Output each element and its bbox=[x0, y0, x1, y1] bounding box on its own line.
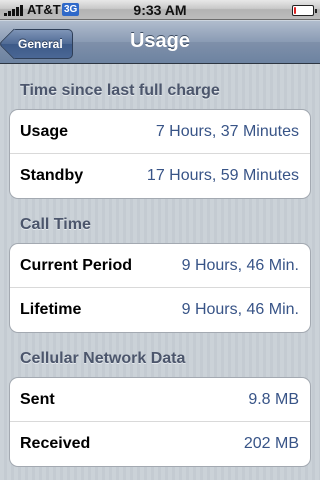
group-full-charge: Usage 7 Hours, 37 Minutes Standby 17 Hou… bbox=[9, 109, 311, 199]
row-label: Sent bbox=[20, 391, 55, 408]
row-value: 9 Hours, 46 Min. bbox=[181, 257, 299, 274]
battery-level-fill bbox=[294, 7, 297, 14]
page-title: Usage bbox=[129, 30, 191, 52]
row-current-period: Current Period 9 Hours, 46 Min. bbox=[10, 244, 310, 288]
row-sent: Sent 9.8 MB bbox=[10, 378, 310, 422]
row-value: 9 Hours, 46 Min. bbox=[181, 301, 299, 318]
row-label: Usage bbox=[20, 123, 69, 140]
row-value: 202 MB bbox=[243, 435, 299, 452]
row-value: 17 Hours, 59 Minutes bbox=[146, 167, 299, 184]
row-lifetime: Lifetime 9 Hours, 46 Min. bbox=[10, 288, 310, 332]
row-label: Lifetime bbox=[20, 301, 82, 318]
row-label: Standby bbox=[20, 167, 84, 184]
group-cellular-data: Sent 9.8 MB Received 202 MB bbox=[9, 377, 311, 467]
status-bar: AT&T 3G 9:33 AM bbox=[0, 0, 320, 20]
row-received: Received 202 MB bbox=[10, 422, 310, 466]
row-usage: Usage 7 Hours, 37 Minutes bbox=[10, 110, 310, 154]
section-header-full-charge: Time since last full charge bbox=[20, 82, 220, 99]
row-label: Received bbox=[20, 435, 91, 452]
status-time: 9:33 AM bbox=[133, 2, 187, 18]
row-standby: Standby 17 Hours, 59 Minutes bbox=[10, 154, 310, 198]
battery-icon bbox=[292, 5, 317, 16]
row-value: 7 Hours, 37 Minutes bbox=[155, 123, 299, 140]
section-header-cellular-data: Cellular Network Data bbox=[20, 350, 186, 367]
row-label: Current Period bbox=[20, 257, 133, 274]
group-call-time: Current Period 9 Hours, 46 Min. Lifetime… bbox=[9, 243, 311, 333]
navigation-bar: General Usage bbox=[0, 20, 320, 64]
row-value: 9.8 MB bbox=[248, 391, 299, 408]
section-header-call-time: Call Time bbox=[20, 216, 91, 233]
